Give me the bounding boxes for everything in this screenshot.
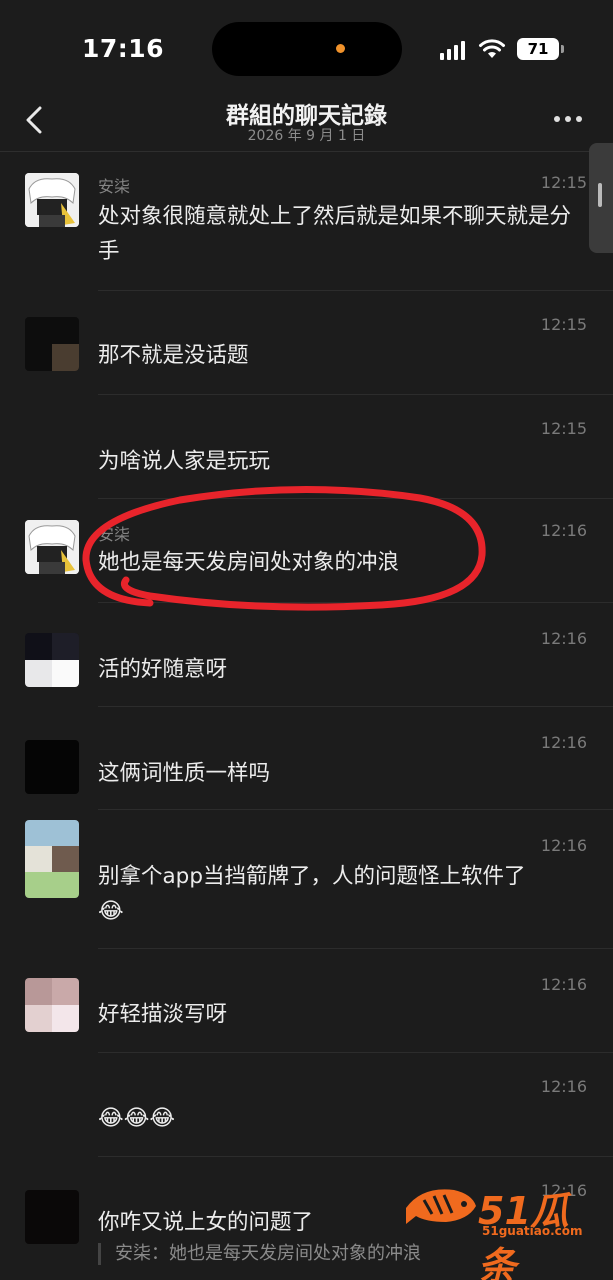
message-time: 12:15 (540, 419, 587, 438)
message-item[interactable]: 12:15 为啥说人家是玩玩 (0, 395, 613, 499)
fish-logo-icon (406, 1189, 476, 1224)
chat-header: 群組的聊天記錄 2026 年 9 月 1 日 (0, 92, 613, 152)
avatar[interactable] (25, 1190, 79, 1244)
avatar-image (25, 173, 79, 227)
avatar-image (25, 633, 79, 687)
message-item[interactable]: 安柒 12:16 她也是每天发房间处对象的冲浪 (0, 499, 613, 603)
message-time: 12:16 (540, 733, 587, 752)
status-bar: 17:16 71 (0, 0, 613, 92)
message-item[interactable]: 安柒 12:15 处对象很随意就处上了然后就是如果不聊天就是分手 (0, 153, 613, 291)
message-time: 12:16 (540, 1077, 587, 1096)
avatar[interactable] (25, 520, 79, 574)
message-item[interactable]: 12:16 别拿个app当挡箭牌了，人的问题怪上软件了 😂 (0, 810, 613, 949)
message-item[interactable]: 12:16 活的好随意呀 (0, 603, 613, 707)
message-text: 好轻描淡写呀 (98, 1002, 228, 1027)
battery-indicator: 71 (517, 38, 564, 60)
message-time: 12:15 (540, 315, 587, 334)
sender-name: 安柒 (98, 177, 131, 196)
watermark-url: 51guatiao.com (482, 1224, 583, 1238)
message-text: 活的好随意呀 (98, 657, 228, 682)
watermark-logo: 51瓜条 51guatiao.com (402, 1180, 602, 1280)
message-text: 别拿个app当挡箭牌了，人的问题怪上软件了 😂 (98, 864, 526, 924)
laughing-emoji-icon: 😂 (98, 899, 124, 924)
wifi-icon (479, 39, 505, 58)
message-item[interactable]: 12:16 好轻描淡写呀 (0, 949, 613, 1053)
avatar-image (25, 978, 79, 1032)
avatar-image (25, 820, 79, 898)
recording-dot-icon (336, 44, 345, 53)
avatar[interactable] (25, 633, 79, 687)
avatar[interactable] (25, 820, 79, 898)
message-time: 12:16 (540, 836, 587, 855)
avatar[interactable] (25, 978, 79, 1032)
message-item[interactable]: 12:16 😂😂😂 (0, 1053, 613, 1157)
avatar-image (25, 317, 79, 371)
status-time: 17:16 (82, 34, 165, 63)
message-time: 12:15 (540, 173, 587, 192)
message-text: 处对象很随意就处上了然后就是如果不聊天就是分手 (98, 204, 572, 264)
message-text: 她也是每天发房间处对象的冲浪 (98, 550, 400, 575)
avatar[interactable] (25, 173, 79, 227)
avatar-image (25, 520, 79, 574)
message-time: 12:16 (540, 629, 587, 648)
avatar[interactable] (25, 317, 79, 371)
message-time: 12:16 (540, 975, 587, 994)
message-text: 这俩词性质一样吗 (98, 761, 271, 786)
message-text: 那不就是没话题 (98, 343, 249, 368)
message-text: 为啥说人家是玩玩 (98, 449, 271, 474)
message-item[interactable]: 12:15 那不就是没话题 (0, 291, 613, 395)
avatar[interactable] (25, 740, 79, 794)
page-subtitle: 2026 年 9 月 1 日 (247, 128, 366, 144)
sender-name: 安柒 (98, 525, 131, 544)
quoted-message: 安柒：她也是每天发房间处对象的冲浪 (98, 1243, 421, 1265)
message-item[interactable]: 12:16 这俩词性质一样吗 (0, 707, 613, 810)
dynamic-island (212, 22, 402, 76)
more-options-icon[interactable] (554, 116, 584, 124)
cellular-signal-icon (440, 40, 466, 60)
message-text: 😂😂😂 (98, 1106, 176, 1131)
message-time: 12:16 (540, 521, 587, 540)
